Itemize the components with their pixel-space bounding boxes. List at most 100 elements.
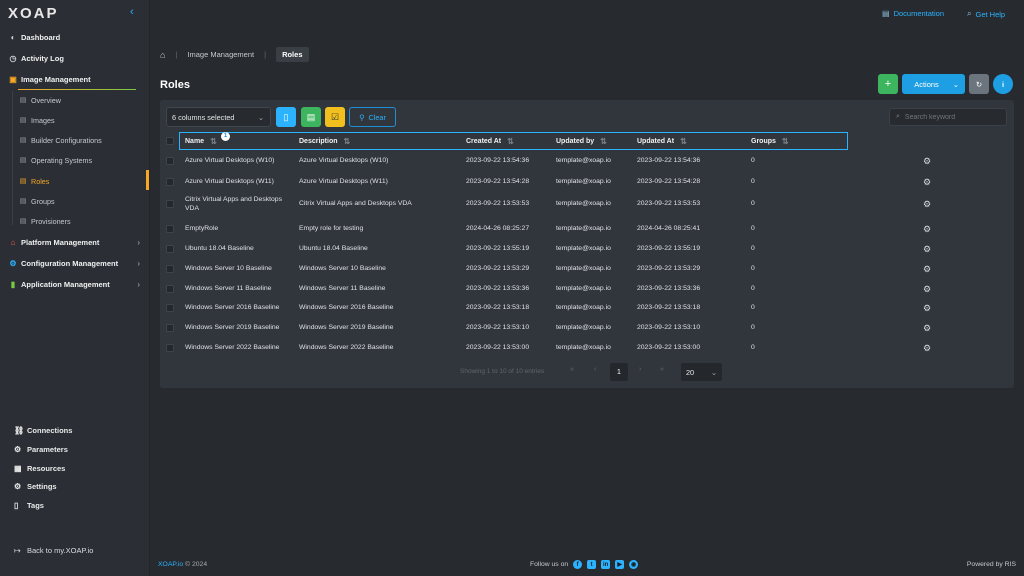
column-header-updated-by[interactable]: Updated by ⇅ xyxy=(556,137,607,146)
sidebar-item-label: Configuration Management xyxy=(21,258,119,268)
parameters-icon: ⚙ xyxy=(14,444,22,454)
row-settings-gear-icon[interactable]: ⚙ xyxy=(923,323,931,334)
row-settings-gear-icon[interactable]: ⚙ xyxy=(923,199,931,210)
breadcrumb-current: Roles xyxy=(276,47,309,62)
cell-created-at: 2023-09-22 13:54:36 xyxy=(466,157,530,164)
row-settings-gear-icon[interactable]: ⚙ xyxy=(923,303,931,314)
row-settings-gear-icon[interactable]: ⚙ xyxy=(923,177,931,188)
row-settings-gear-icon[interactable]: ⚙ xyxy=(923,284,931,295)
per-page-select[interactable]: 20 ⌄ xyxy=(681,363,722,381)
cell-updated-by: template@xoap.io xyxy=(556,324,611,331)
sidebar-item-image-management[interactable]: ▣ Image Management xyxy=(0,70,150,88)
column-header-description[interactable]: Description ⇅ xyxy=(299,137,350,146)
row-checkbox[interactable] xyxy=(166,344,174,352)
cell-updated-by: template@xoap.io xyxy=(556,245,611,252)
current-page-button[interactable]: 1 xyxy=(610,363,628,381)
cell-updated-by: template@xoap.io xyxy=(556,285,611,292)
row-checkbox[interactable] xyxy=(166,200,174,208)
facebook-icon[interactable]: f xyxy=(573,560,583,569)
pagination-info: Showing 1 to 10 of 10 entries xyxy=(460,368,545,375)
select-all-checkbox[interactable] xyxy=(166,137,174,145)
twitter-icon[interactable]: t xyxy=(587,560,597,569)
add-button[interactable]: + xyxy=(878,74,898,94)
row-checkbox[interactable] xyxy=(166,178,174,186)
footer-copyright: XOAP.io © 2024 xyxy=(158,561,207,568)
sidebar-item-label: Activity Log xyxy=(21,53,64,63)
sidebar-item-resources[interactable]: ▦ Resources xyxy=(14,460,65,476)
search-input[interactable] xyxy=(904,113,1000,121)
sidebar-subitem-operating-systems[interactable]: ▤ Operating Systems xyxy=(18,151,143,169)
topbar: ▤ Documentation ⌕ Get Help xyxy=(150,0,1024,28)
youtube-icon[interactable]: ▶ xyxy=(615,560,625,569)
breadcrumb-separator: | xyxy=(264,50,267,59)
column-header-created-at[interactable]: Created At ⇅ xyxy=(466,137,514,146)
linkedin-icon[interactable]: in xyxy=(601,560,611,569)
back-to-my-xoap-link[interactable]: ↦ Back to my.XOAP.io xyxy=(14,542,93,558)
row-settings-gear-icon[interactable]: ⚙ xyxy=(923,264,931,275)
row-checkbox[interactable] xyxy=(166,304,174,312)
prev-page-icon[interactable]: ‹ xyxy=(594,366,596,373)
sidebar: XOAP ‹ ◐ Dashboard ◷ Activity Log ▣ Imag… xyxy=(0,0,150,576)
row-checkbox[interactable] xyxy=(166,324,174,332)
export-excel-button[interactable]: ▤ xyxy=(301,107,321,127)
sidebar-subitem-images[interactable]: ▤ Images xyxy=(18,111,143,129)
github-icon[interactable]: ◉ xyxy=(629,560,639,569)
sidebar-item-activity-log[interactable]: ◷ Activity Log xyxy=(0,49,150,67)
sidebar-item-connections[interactable]: ⛓ Connections xyxy=(14,422,72,438)
row-settings-gear-icon[interactable]: ⚙ xyxy=(923,156,931,167)
documentation-link[interactable]: ▤ Documentation xyxy=(882,9,944,18)
sidebar-item-configuration-management[interactable]: ⚙ Configuration Management › xyxy=(0,254,150,272)
sidebar-item-tags[interactable]: ▯ Tags xyxy=(14,497,44,513)
cell-updated-at: 2023-09-22 13:53:00 xyxy=(637,344,701,351)
sort-icon: ⇅ xyxy=(680,136,687,146)
cell-name: Windows Server 10 Baseline xyxy=(185,265,272,272)
first-page-icon[interactable]: « xyxy=(570,366,574,373)
export-check-button[interactable]: ☑ xyxy=(325,107,345,127)
actions-dropdown[interactable]: Actions ⌄ xyxy=(902,74,965,94)
sidebar-item-parameters[interactable]: ⚙ Parameters xyxy=(14,441,68,457)
column-header-groups[interactable]: Groups ⇅ xyxy=(751,137,789,146)
column-header-name[interactable]: Name ⇅ 1 xyxy=(185,131,230,146)
collapse-sidebar-icon[interactable]: ‹ xyxy=(130,6,134,18)
sidebar-subitem-roles[interactable]: ▤ Roles xyxy=(18,172,143,190)
sidebar-item-application-management[interactable]: ▮ Application Management › xyxy=(0,275,150,293)
row-checkbox[interactable] xyxy=(166,245,174,253)
sidebar-subitem-overview[interactable]: ▤ Overview xyxy=(18,91,143,109)
footer-brand-link[interactable]: XOAP.io xyxy=(158,561,183,568)
row-checkbox[interactable] xyxy=(166,285,174,293)
cell-name: Windows Server 11 Baseline xyxy=(185,285,272,292)
info-button[interactable]: i xyxy=(993,74,1013,94)
row-checkbox[interactable] xyxy=(166,225,174,233)
cell-updated-at: 2023-09-22 13:53:10 xyxy=(637,324,701,331)
home-icon[interactable]: ⌂ xyxy=(160,50,165,60)
get-help-link[interactable]: ⌕ Get Help xyxy=(967,9,1005,19)
row-checkbox[interactable] xyxy=(166,157,174,165)
pagination: Showing 1 to 10 of 10 entries « ‹ 1 › » … xyxy=(160,363,1014,381)
breadcrumb-image-management[interactable]: Image Management xyxy=(187,50,254,59)
export-file-button[interactable]: ▯ xyxy=(276,107,296,127)
xoap-logo[interactable]: XOAP xyxy=(8,5,59,22)
last-page-icon[interactable]: » xyxy=(660,366,664,373)
clear-filter-button[interactable]: ⚲ Clear xyxy=(349,107,396,127)
table-header: Name ⇅ 1 Description ⇅ Created At ⇅ Updated… xyxy=(179,131,848,150)
columns-selector[interactable]: 6 columns selected ⌄ xyxy=(166,107,271,127)
next-page-icon[interactable]: › xyxy=(639,366,641,373)
column-header-updated-at[interactable]: Updated At ⇅ xyxy=(637,137,687,146)
row-settings-gear-icon[interactable]: ⚙ xyxy=(923,224,931,235)
sidebar-item-platform-management[interactable]: ⌂ Platform Management › xyxy=(0,233,150,251)
bottom-item-label: Resources xyxy=(27,463,66,473)
sidebar-item-dashboard[interactable]: ◐ Dashboard xyxy=(0,28,150,46)
copyright-text: © 2024 xyxy=(185,561,208,568)
footer: XOAP.io © 2024 Follow us on f t in ▶ ◉ P… xyxy=(150,556,1024,576)
sidebar-subitem-groups[interactable]: ▤ Groups xyxy=(18,192,143,210)
sort-icon: ⇅ xyxy=(210,136,217,146)
row-checkbox[interactable] xyxy=(166,265,174,273)
row-settings-gear-icon[interactable]: ⚙ xyxy=(923,343,931,354)
chevron-down-icon: ⌄ xyxy=(952,79,959,89)
sidebar-item-settings[interactable]: ⚙ Settings xyxy=(14,478,57,494)
sidebar-subitem-builder-configurations[interactable]: ▤ Builder Configurations xyxy=(18,131,143,149)
refresh-button[interactable]: ↻ xyxy=(969,74,989,94)
search-box[interactable]: ⌕ xyxy=(889,108,1007,126)
sidebar-subitem-provisioners[interactable]: ▤ Provisioners xyxy=(18,212,143,230)
row-settings-gear-icon[interactable]: ⚙ xyxy=(923,244,931,255)
